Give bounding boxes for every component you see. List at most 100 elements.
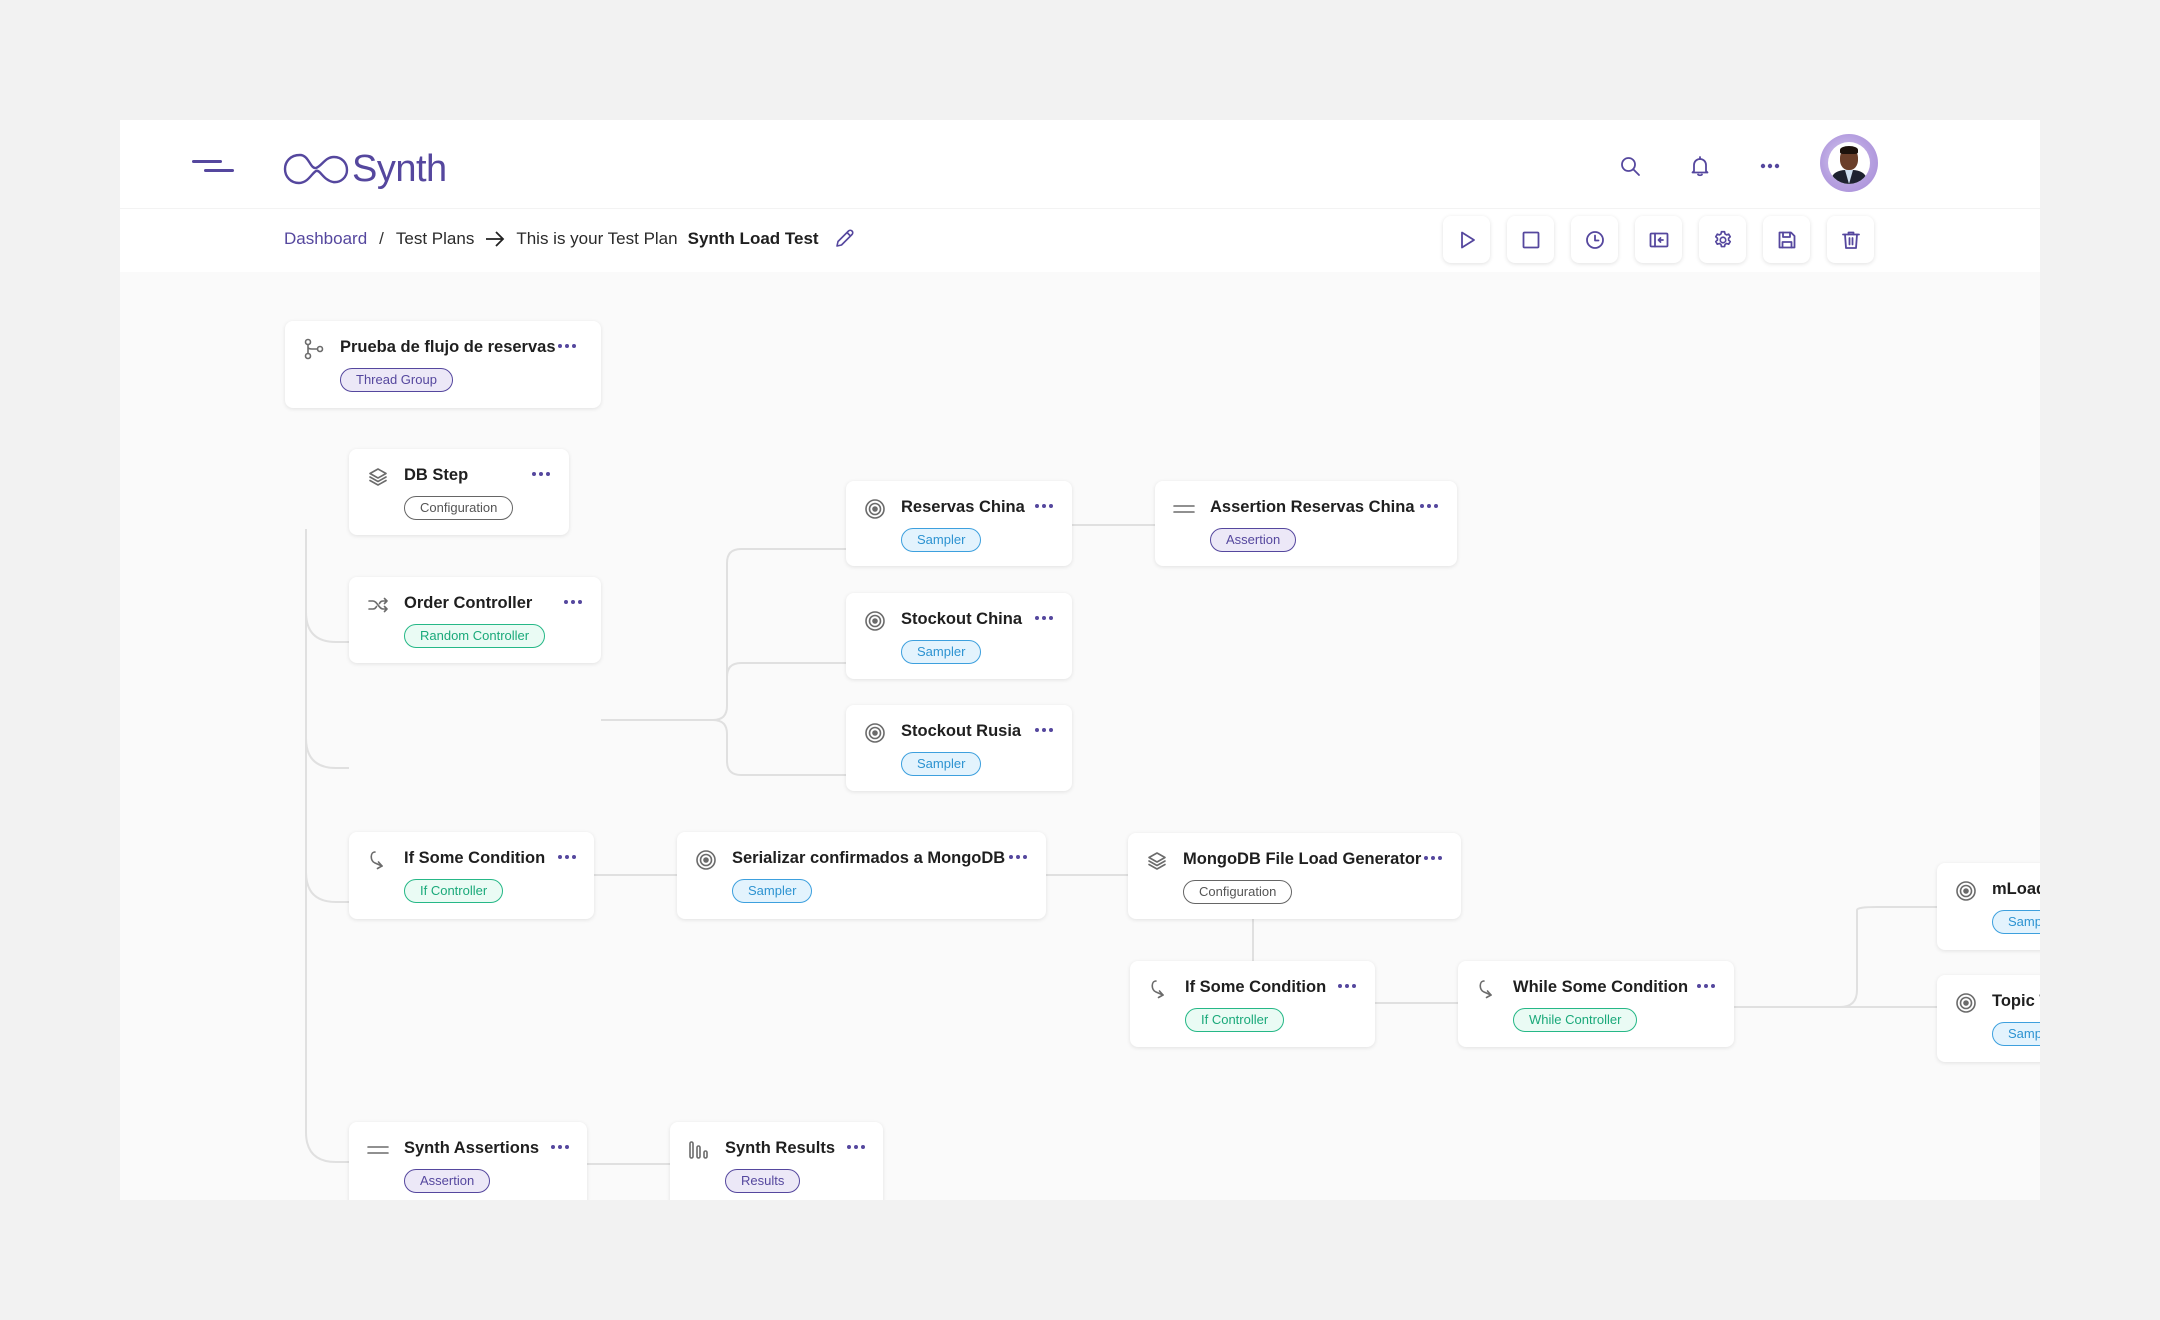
target-icon <box>1955 992 1977 1014</box>
breadcrumb-dashboard[interactable]: Dashboard <box>284 229 367 249</box>
node-type-badge: Assertion <box>1210 528 1297 552</box>
node-title: Synth Results <box>725 1139 836 1157</box>
node-if-controller-2[interactable]: If Some Condition If Controller <box>1130 961 1375 1047</box>
node-title: Reservas China <box>901 498 1025 516</box>
clock-icon <box>1585 230 1604 249</box>
node-type-badge: Sampler <box>901 752 982 776</box>
arrow-right-icon <box>484 230 506 248</box>
node-type-badge: Sampler <box>901 640 982 664</box>
layers-icon <box>367 466 389 488</box>
node-more-button[interactable] <box>1415 495 1443 517</box>
edit-plan-name-button[interactable] <box>833 228 855 250</box>
pencil-icon <box>835 229 854 247</box>
avatar-photo <box>1828 142 1870 184</box>
connector-order-reservas <box>601 548 846 721</box>
header-actions <box>1610 146 1790 186</box>
node-more-button[interactable] <box>842 1136 870 1158</box>
connector-order-stockrusia <box>712 719 846 776</box>
node-synth-results[interactable]: Synth Results Results <box>670 1122 883 1200</box>
node-title: Stockout Rusia <box>901 722 1022 740</box>
node-order-controller[interactable]: Order Controller Random Controller <box>349 577 601 663</box>
trash-icon <box>1841 231 1860 249</box>
node-if-controller-1[interactable]: If Some Condition If Controller <box>349 832 594 919</box>
node-more-button[interactable] <box>527 463 555 485</box>
node-reservas-china[interactable]: Reservas China Sampler <box>846 481 1072 566</box>
play-icon <box>1460 231 1475 248</box>
target-icon <box>864 610 886 632</box>
more-button[interactable] <box>1750 146 1790 186</box>
bell-icon <box>1691 156 1709 177</box>
stop-icon <box>1522 231 1539 248</box>
curve-arrow-icon <box>1476 978 1498 1000</box>
collapse-panel-button[interactable] <box>1635 216 1682 263</box>
node-more-button[interactable] <box>1419 847 1447 869</box>
node-mongodb-file-load-generator[interactable]: MongoDB File Load Generator Configuratio… <box>1128 833 1461 919</box>
node-title: DB Step <box>404 466 469 484</box>
plan-toolbar <box>1443 216 1874 263</box>
breadcrumb-current-prefix: This is your Test Plan <box>516 229 678 248</box>
node-type-badge: Assertion <box>404 1169 491 1193</box>
node-topic[interactable]: Topic T Sampler <box>1937 975 2040 1062</box>
menu-icon-line <box>204 169 234 172</box>
search-icon <box>1621 157 1640 176</box>
node-assertion-reservas-china[interactable]: Assertion Reservas China Assertion <box>1155 481 1457 566</box>
node-title: Prueba de flujo de reservas <box>340 338 556 356</box>
node-stockout-rusia[interactable]: Stockout Rusia Sampler <box>846 705 1072 791</box>
more-horizontal-icon <box>1760 163 1780 169</box>
node-more-button[interactable] <box>546 1136 574 1158</box>
node-more-button[interactable] <box>1030 607 1058 629</box>
menu-button[interactable] <box>190 154 238 186</box>
node-title: Synth Assertions <box>404 1139 540 1157</box>
run-button[interactable] <box>1443 216 1490 263</box>
delete-button[interactable] <box>1827 216 1874 263</box>
plan-canvas[interactable]: Prueba de flujo de reservas Thread Group… <box>120 272 2040 1200</box>
target-icon <box>864 498 886 520</box>
header-divider <box>120 208 2040 209</box>
connector-order-stockchina <box>726 662 846 678</box>
node-title: Order Controller <box>404 594 533 612</box>
gear-icon <box>1714 230 1731 247</box>
node-thread-group[interactable]: Prueba de flujo de reservas Thread Group <box>285 321 601 408</box>
breadcrumb-test-plans[interactable]: Test Plans <box>396 229 474 249</box>
node-more-button[interactable] <box>1030 495 1058 517</box>
connector-while-mload <box>1839 906 1937 1008</box>
node-more-button[interactable] <box>1004 846 1032 868</box>
breadcrumb: Dashboard / Test Plans This is your Test… <box>284 228 855 250</box>
node-type-badge: Configuration <box>404 496 514 520</box>
node-stockout-china[interactable]: Stockout China Sampler <box>846 593 1072 679</box>
node-more-button[interactable] <box>553 335 581 357</box>
user-avatar[interactable] <box>1820 134 1878 192</box>
panel-collapse-icon <box>1649 232 1668 247</box>
node-title: Serializar confirmados a MongoDB <box>732 849 1006 867</box>
node-serializar[interactable]: Serializar confirmados a MongoDB Sampler <box>677 832 1046 919</box>
node-while-controller[interactable]: While Some Condition While Controller <box>1458 961 1734 1047</box>
target-icon <box>1955 880 1977 902</box>
node-more-button[interactable] <box>559 591 587 613</box>
node-type-badge: If Controller <box>1185 1008 1285 1032</box>
connector-if1 <box>305 871 349 903</box>
node-type-badge: Sampler <box>901 528 982 552</box>
app-window: Synth Dashboard / Test Plans This is you… <box>120 120 2040 1200</box>
node-type-badge: Sampler <box>1992 910 2040 934</box>
shuffle-icon <box>367 594 389 616</box>
node-mload[interactable]: mLoad Sampler <box>1937 863 2040 950</box>
node-db-step[interactable]: DB Step Configuration <box>349 449 569 535</box>
node-synth-assertions[interactable]: Synth Assertions Assertion <box>349 1122 587 1200</box>
logo[interactable]: Synth <box>282 144 447 194</box>
connector-dbstep <box>305 611 349 643</box>
stop-button[interactable] <box>1507 216 1554 263</box>
history-button[interactable] <box>1571 216 1618 263</box>
node-more-button[interactable] <box>1333 975 1361 997</box>
node-title: If Some Condition <box>1185 978 1327 996</box>
node-more-button[interactable] <box>553 846 581 868</box>
node-type-badge: Results <box>725 1169 801 1193</box>
node-type-badge: Sampler <box>1992 1022 2040 1046</box>
save-button[interactable] <box>1763 216 1810 263</box>
search-button[interactable] <box>1610 146 1650 186</box>
settings-button[interactable] <box>1699 216 1746 263</box>
node-more-button[interactable] <box>1692 975 1720 997</box>
save-icon <box>1778 231 1795 248</box>
node-more-button[interactable] <box>1030 719 1058 741</box>
connector-trunk <box>305 529 349 1163</box>
notifications-button[interactable] <box>1680 146 1720 186</box>
